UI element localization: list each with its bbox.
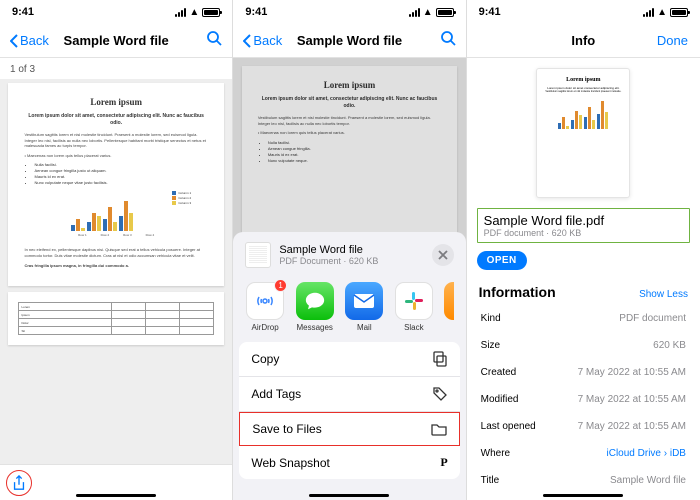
home-indicator[interactable]	[543, 494, 623, 497]
action-copy[interactable]: Copy	[239, 342, 459, 377]
share-icon[interactable]	[12, 475, 26, 491]
app-messages[interactable]: Messages	[295, 282, 335, 332]
file-name: Sample Word file.pdf	[484, 213, 683, 228]
airdrop-badge: 1	[274, 279, 287, 292]
show-less-link[interactable]: Show Less	[639, 289, 688, 300]
nav-bar: Back Sample Word file	[233, 24, 465, 58]
share-button-highlight	[6, 470, 32, 496]
doc-subheading: Lorem ipsum dolor sit amet, consectetur …	[24, 113, 207, 126]
share-file-name: Sample Word file	[279, 244, 378, 256]
action-save-to-files[interactable]: Save to Files	[239, 412, 459, 446]
share-file-subtitle: PDF Document · 620 KB	[279, 256, 378, 266]
home-indicator[interactable]	[309, 494, 389, 497]
file-name-box: Sample Word file.pdf PDF document · 620 …	[477, 208, 690, 243]
row-where[interactable]: WhereiCloud Drive › iDB	[469, 441, 698, 466]
tag-icon	[432, 386, 448, 402]
nav-bar: Info Done	[467, 24, 700, 58]
action-add-tags[interactable]: Add Tags	[239, 377, 459, 412]
page-indicator: 1 of 3	[0, 58, 232, 79]
row-modified: Modified7 May 2022 at 10:55 AM	[469, 387, 698, 412]
status-bar: 9:41 ▲	[233, 0, 465, 24]
section-header: Information	[479, 284, 556, 300]
action-web-snapshot[interactable]: Web Snapshot P	[239, 446, 459, 479]
app-airdrop[interactable]: 1 AirDrop	[245, 282, 285, 332]
document-viewport[interactable]: Lorem ipsum Lorem ipsum dolor sit amet, …	[0, 79, 232, 464]
share-sheet: Sample Word file PDF Document · 620 KB 1…	[233, 232, 465, 500]
row-created: Created7 May 2022 at 10:55 AM	[469, 360, 698, 385]
slack-icon	[395, 282, 433, 320]
signal-icon	[175, 8, 186, 17]
status-bar: 9:41 ▲	[0, 0, 232, 24]
airdrop-icon: 1	[246, 282, 284, 320]
status-bar: 9:41 ▲	[467, 0, 700, 24]
home-indicator[interactable]	[76, 494, 156, 497]
screen-info: 9:41 ▲ Info Done Lorem ipsum Lorem ipsum…	[467, 0, 700, 500]
battery-icon	[202, 8, 220, 17]
document-page-1: Lorem ipsum Lorem ipsum dolor sit amet, …	[8, 83, 223, 286]
file-thumbnail[interactable]: Lorem ipsum Lorem ipsum dolor sit amet c…	[536, 68, 630, 198]
search-icon[interactable]	[440, 30, 456, 51]
wifi-icon: ▲	[189, 7, 199, 18]
screen-share-sheet: 9:41 ▲ Back Sample Word file Lorem ipsum…	[233, 0, 466, 500]
back-button[interactable]: Back	[243, 33, 282, 48]
close-icon	[438, 250, 448, 260]
screen-preview: 9:41 ▲ Back Sample Word file 1 of 3 Lore…	[0, 0, 233, 500]
app-next-peek[interactable]	[444, 282, 454, 332]
info-scroll[interactable]: Lorem ipsum Lorem ipsum dolor sit amet c…	[467, 58, 700, 500]
nav-bar: Back Sample Word file	[0, 24, 232, 58]
share-apps-row[interactable]: 1 AirDrop Messages Mail Slack	[233, 278, 465, 342]
app-mail[interactable]: Mail	[344, 282, 384, 332]
share-actions: Copy Add Tags Save to Files Web Snapshot…	[239, 342, 459, 479]
back-label: Back	[20, 33, 49, 48]
info-table: KindPDF document Size620 KB Created7 May…	[467, 304, 700, 500]
done-button[interactable]: Done	[657, 33, 688, 48]
mail-icon	[345, 282, 383, 320]
status-time: 9:41	[12, 6, 34, 18]
document-page-2: LoremIpsumDolorSit	[8, 292, 223, 345]
pocket-icon: P	[440, 455, 447, 470]
folder-icon	[431, 422, 447, 436]
doc-heading: Lorem ipsum	[24, 97, 207, 107]
file-thumb-icon	[245, 242, 271, 268]
row-kind: KindPDF document	[469, 306, 698, 331]
row-size: Size620 KB	[469, 333, 698, 358]
messages-icon	[296, 282, 334, 320]
row-last-opened: Last opened7 May 2022 at 10:55 AM	[469, 414, 698, 439]
copy-icon	[432, 351, 448, 367]
close-button[interactable]	[432, 244, 454, 266]
open-button[interactable]: OPEN	[477, 251, 527, 270]
doc-chart: Row 1Row 2Row 3Row 4 Column 1Column 2Col…	[71, 191, 161, 241]
app-slack[interactable]: Slack	[394, 282, 434, 332]
search-icon[interactable]	[206, 30, 222, 51]
row-title: TitleSample Word file	[469, 468, 698, 493]
back-button[interactable]: Back	[10, 33, 49, 48]
file-subtitle: PDF document · 620 KB	[484, 228, 683, 238]
